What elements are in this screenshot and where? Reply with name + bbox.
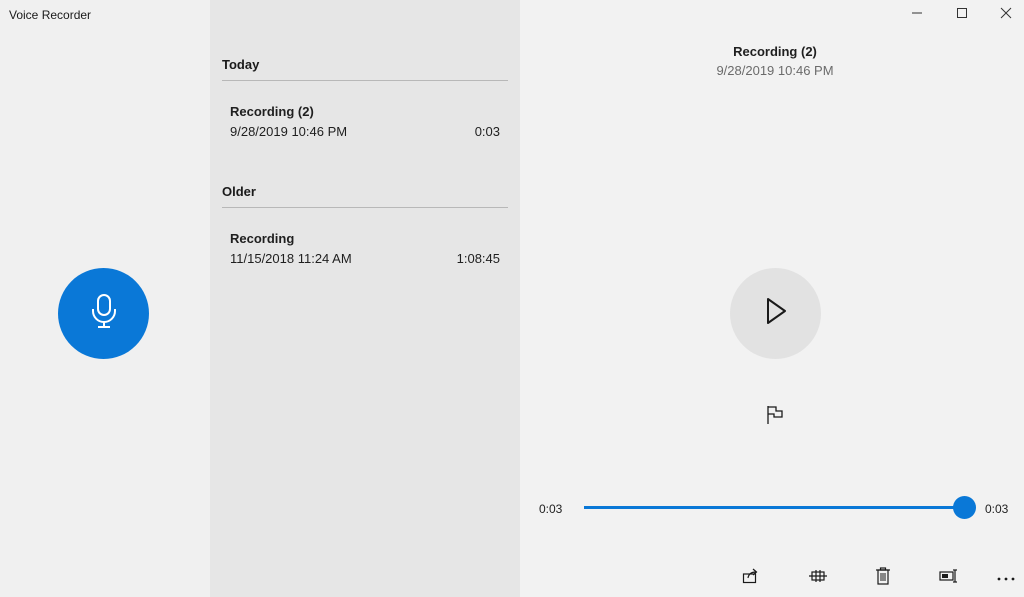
trim-button[interactable] — [800, 565, 836, 591]
flag-icon — [765, 404, 785, 431]
seek-thumb[interactable] — [953, 496, 976, 519]
group-header-older: Older — [222, 184, 508, 208]
list-item[interactable]: Recording (2) 9/28/2019 10:46 PM 0:03 — [222, 104, 508, 158]
rename-button[interactable] — [931, 565, 967, 591]
recordings-list: Today Recording (2) 9/28/2019 10:46 PM 0… — [210, 0, 520, 597]
close-button[interactable] — [984, 0, 1024, 30]
seek-progress — [584, 506, 965, 509]
minimize-button[interactable] — [895, 0, 939, 30]
share-button[interactable] — [733, 565, 769, 591]
maximize-button[interactable] — [940, 0, 984, 30]
group-header-today: Today — [222, 57, 508, 81]
share-icon — [742, 568, 760, 589]
recording-date: 9/28/2019 10:46 PM — [230, 124, 348, 139]
recording-duration: 0:03 — [474, 124, 500, 139]
microphone-icon — [89, 293, 119, 334]
delete-icon — [875, 566, 891, 590]
minimize-icon — [911, 6, 923, 24]
recording-name: Recording — [230, 231, 295, 246]
current-time: 0:03 — [539, 502, 563, 516]
now-playing-date: 9/28/2019 10:46 PM — [716, 63, 834, 78]
now-playing-title: Recording (2) — [733, 44, 817, 59]
app-title: Voice Recorder — [9, 8, 92, 22]
recording-name: Recording (2) — [230, 104, 314, 119]
delete-button[interactable] — [865, 565, 901, 591]
add-marker-button[interactable] — [761, 403, 789, 431]
recording-date: 11/15/2018 11:24 AM — [230, 251, 352, 266]
more-icon — [996, 569, 1016, 587]
close-icon — [1000, 6, 1012, 24]
player-pane: Recording (2) 9/28/2019 10:46 PM 0:03 0:… — [520, 0, 1024, 597]
seek-slider[interactable] — [584, 496, 976, 519]
play-icon — [763, 296, 789, 331]
record-button[interactable] — [58, 268, 149, 359]
maximize-icon — [956, 6, 968, 24]
total-time: 0:03 — [985, 502, 1009, 516]
play-button[interactable] — [730, 268, 821, 359]
recording-duration: 1:08:45 — [456, 251, 500, 266]
voice-recorder-window: Voice Recorder Today Recording (2) 9/28/… — [0, 0, 1024, 597]
list-item[interactable]: Recording 11/15/2018 11:24 AM 1:08:45 — [222, 231, 508, 285]
trim-icon — [808, 568, 828, 589]
record-pane: Voice Recorder — [0, 0, 210, 597]
more-options-button[interactable] — [988, 565, 1024, 591]
rename-icon — [939, 568, 959, 589]
